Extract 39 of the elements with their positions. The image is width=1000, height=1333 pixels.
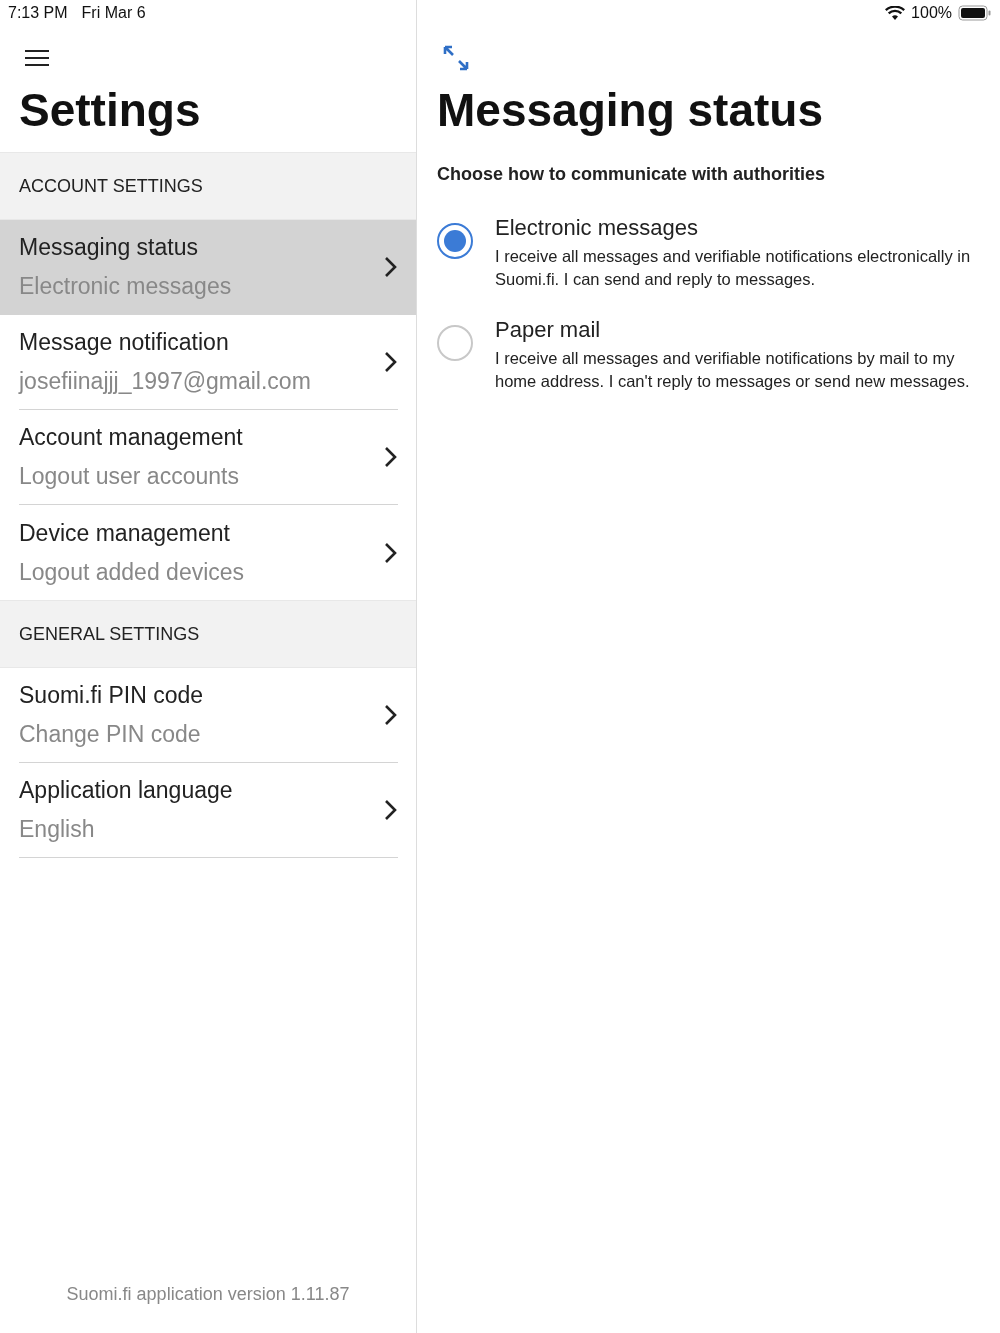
row-title: Messaging status — [19, 234, 199, 261]
chevron-right-icon — [384, 446, 398, 468]
settings-title: Settings — [19, 83, 202, 138]
row-subtitle: English — [19, 816, 96, 843]
chevron-right-icon — [384, 541, 398, 564]
option-title: Electronic messages — [495, 215, 699, 241]
row-title: Suomi.fi PIN code — [19, 682, 205, 709]
row-title: Account management — [19, 424, 244, 451]
page-title: Messaging status — [437, 83, 824, 138]
version-text: Suomi.fi application version 1.11.87 — [65, 1284, 351, 1305]
row-subtitle: Logout user accounts — [19, 463, 240, 490]
section-header: GENERAL SETTINGS — [0, 600, 416, 668]
row-subtitle: Electronic messages — [19, 273, 233, 300]
section-header: ACCOUNT SETTINGS — [0, 152, 416, 220]
option-description: I receive all messages and verifiable notifications electronically in Suomi.fi. I can send and reply to messages. — [495, 246, 972, 290]
row-title: Message notification — [19, 329, 230, 356]
chevron-right-icon — [384, 799, 398, 821]
status-date: Fri Mar 6 — [81, 4, 146, 22]
row-subtitle: Change PIN code — [19, 721, 202, 748]
radio-button[interactable] — [437, 325, 473, 361]
battery-icon — [958, 5, 992, 21]
menu-icon — [25, 49, 49, 67]
settings-row[interactable]: Messaging status Electronic messages — [0, 220, 416, 315]
row-subtitle: josefiinajjj_1997@gmail.com — [19, 368, 312, 395]
prompt-text: Choose how to communicate with authorities — [437, 164, 827, 185]
row-title: Application language — [19, 777, 234, 804]
chevron-right-icon — [384, 351, 398, 373]
status-time: 7:13 PM — [8, 4, 68, 22]
chevron-right-icon — [384, 704, 398, 726]
expand-button[interactable] — [441, 44, 471, 72]
expand-icon — [442, 44, 470, 72]
option-description: I receive all messages and verifiable notifications by mail to my home address. I can't reply to messages or send new messages. — [495, 348, 971, 392]
option-title: Paper mail — [495, 317, 602, 343]
battery-percentage: 100% — [911, 4, 952, 22]
row-subtitle: Logout added devices — [19, 558, 246, 586]
radio-button[interactable] — [437, 223, 473, 259]
chevron-right-icon — [384, 256, 398, 278]
row-title: Device management — [19, 519, 231, 547]
wifi-icon — [885, 5, 906, 21]
